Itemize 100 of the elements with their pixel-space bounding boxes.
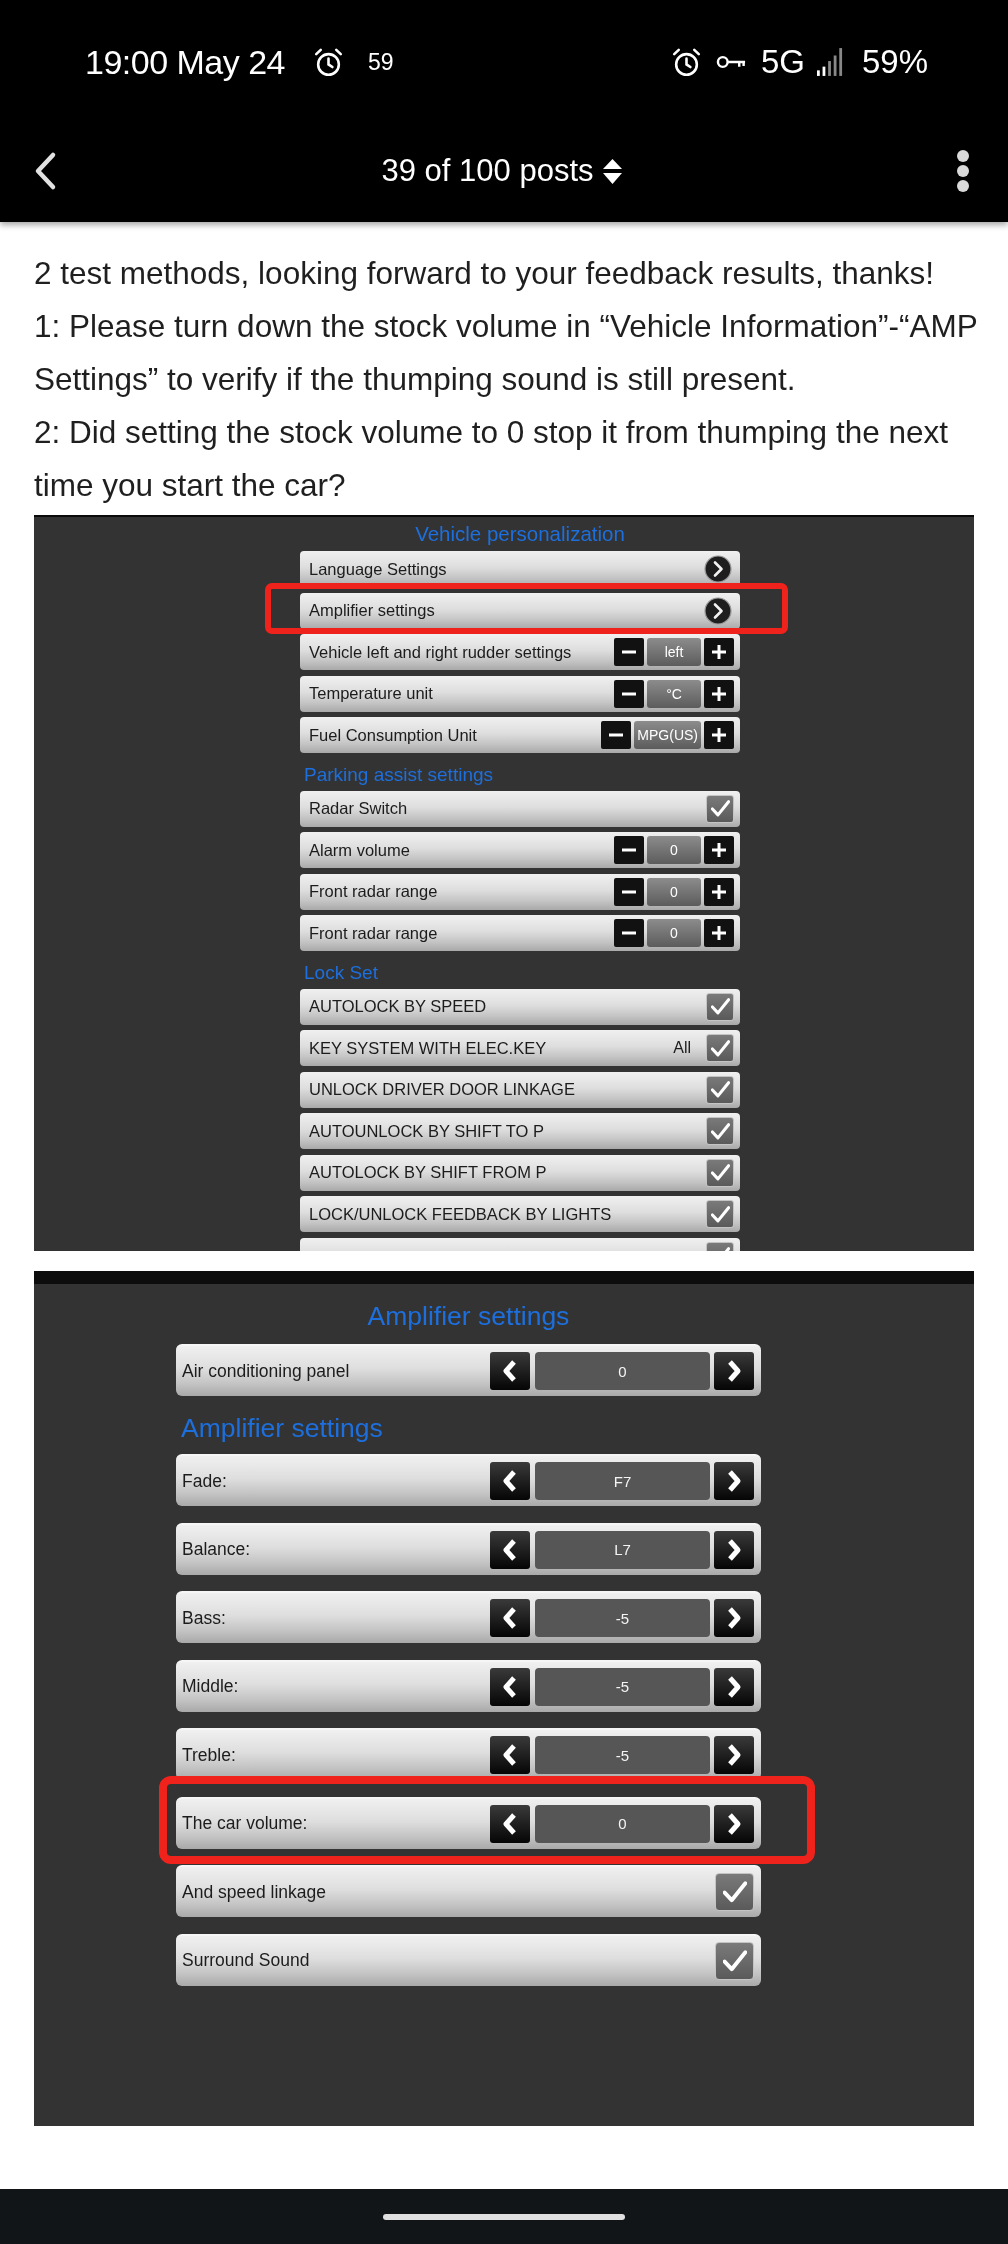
- checkmark-icon: [710, 1164, 730, 1181]
- chevron-right-icon[interactable]: [714, 1530, 754, 1569]
- value-display: °C: [647, 679, 701, 708]
- checkmark-icon: [710, 1122, 730, 1140]
- checkbox[interactable]: [706, 992, 734, 1021]
- value-display: left: [647, 638, 701, 666]
- row-label: AUTOUNLOCK BY SHIFT TO P: [309, 1121, 545, 1141]
- section-heading: Lock Set: [303, 960, 379, 985]
- value-display: 0: [535, 1352, 710, 1390]
- back-icon[interactable]: [33, 151, 58, 191]
- up-down-caret-icon: [602, 158, 622, 184]
- checkbox[interactable]: [715, 1873, 754, 1911]
- value-display: -5: [535, 1736, 710, 1774]
- checkbox[interactable]: [706, 1117, 734, 1145]
- value-display: 0: [647, 836, 701, 864]
- row-label: Air conditioning panel: [182, 1360, 350, 1382]
- value-display: 0: [535, 1804, 710, 1843]
- plus-icon[interactable]: [704, 919, 734, 947]
- home-indicator[interactable]: [383, 2213, 625, 2220]
- network-type: 5G: [760, 42, 805, 82]
- chevron-right-icon[interactable]: [714, 1352, 754, 1390]
- checkbox[interactable]: [706, 1158, 734, 1187]
- checkbox[interactable]: [706, 1034, 734, 1062]
- row-label: Middle:: [182, 1676, 239, 1697]
- row-label: Surround Sound: [182, 1950, 310, 1971]
- post-paragraph: 2 test methods, looking forward to your feedback results, thanks!: [34, 253, 935, 293]
- checkmark-icon: [710, 1205, 730, 1223]
- section-heading: Amplifier settings: [180, 1412, 384, 1445]
- clock-time: 19:00 May 24: [85, 42, 286, 82]
- row-label: Radar Switch: [309, 799, 408, 818]
- minus-icon[interactable]: [614, 638, 644, 666]
- row-label: Front radar range: [309, 882, 438, 901]
- chevron-left-icon[interactable]: [490, 1804, 530, 1843]
- alarm-clock-icon: [670, 46, 702, 78]
- chevron-left-icon[interactable]: [490, 1736, 530, 1774]
- minus-icon[interactable]: [614, 919, 644, 947]
- chevron-left-icon[interactable]: [490, 1599, 530, 1637]
- row-label: UNLOCK DRIVER DOOR LINKAGE: [309, 1080, 575, 1099]
- row-label: Language Settings: [309, 559, 447, 579]
- row-label: Alarm volume: [309, 840, 410, 860]
- checkbox[interactable]: [706, 1200, 734, 1228]
- chevron-left-icon[interactable]: [490, 1462, 530, 1500]
- option-value: All: [673, 1039, 691, 1057]
- row-label: Bass:: [182, 1607, 226, 1629]
- checkbox[interactable]: [706, 1075, 734, 1104]
- value-display: MPG(US): [634, 721, 701, 749]
- notification-count: 59: [368, 48, 394, 77]
- checkbox[interactable]: [715, 1941, 754, 1980]
- section-heading: Parking assist settings: [303, 762, 495, 787]
- chevron-left-icon[interactable]: [490, 1352, 530, 1390]
- chevron-right-icon[interactable]: [714, 1667, 754, 1706]
- row-label: AUTOLOCK BY SHIFT FROM P: [309, 1163, 547, 1182]
- plus-icon[interactable]: [704, 877, 734, 906]
- row-label: LOCK/UNLOCK FEEDBACK BY LIGHTS: [309, 1204, 612, 1224]
- minus-icon[interactable]: [601, 721, 632, 749]
- chevron-right-icon[interactable]: [714, 1599, 754, 1637]
- row-label: Treble:: [182, 1744, 236, 1766]
- battery-percentage: 59%: [861, 42, 928, 82]
- screen-title: Vehicle personalization: [414, 521, 626, 547]
- checkmark-icon: [722, 1881, 747, 1903]
- row-label: Balance:: [182, 1539, 251, 1560]
- value-display: 0: [647, 919, 701, 947]
- minus-icon[interactable]: [614, 679, 644, 708]
- chevron-right-icon[interactable]: [714, 1736, 754, 1774]
- checkmark-icon: [710, 1039, 730, 1057]
- row-label: Fuel Consumption Unit: [309, 725, 477, 745]
- plus-icon[interactable]: [704, 836, 734, 864]
- row-label: Vehicle left and right rudder settings: [309, 642, 572, 662]
- row-label: AUTOLOCK BY SPEED: [309, 997, 487, 1016]
- checkmark-icon: [710, 800, 730, 817]
- checkbox[interactable]: [706, 794, 734, 823]
- signal-icon: [816, 48, 843, 76]
- minus-icon[interactable]: [614, 836, 644, 864]
- row-label: And speed linkage: [182, 1881, 326, 1903]
- plus-icon[interactable]: [704, 679, 734, 708]
- checkmark-icon: [710, 1081, 730, 1098]
- value-display: 0: [647, 877, 701, 906]
- alarm-clock-icon: [313, 46, 345, 78]
- chevron-left-icon[interactable]: [490, 1667, 530, 1706]
- row-label: The car volume:: [182, 1813, 308, 1834]
- value-display: L7: [535, 1530, 710, 1569]
- row-label: Temperature unit: [309, 684, 433, 703]
- minus-icon[interactable]: [614, 877, 644, 906]
- row-label: Fade:: [182, 1470, 227, 1492]
- row-label: KEY SYSTEM WITH ELEC.KEY: [309, 1038, 547, 1058]
- more-icon[interactable]: [956, 149, 970, 193]
- row-label: Front radar range: [309, 923, 438, 943]
- chevron-right-icon[interactable]: [714, 1804, 754, 1843]
- chevron-left-icon[interactable]: [490, 1530, 530, 1569]
- checkmark-icon: [722, 1949, 747, 1972]
- value-display: -5: [535, 1667, 710, 1706]
- post-position-selector[interactable]: 39 of 100 posts: [381, 152, 622, 190]
- plus-icon[interactable]: [704, 721, 734, 749]
- chevron-right-icon[interactable]: [714, 1462, 754, 1500]
- key-icon: [715, 54, 747, 70]
- value-display: -5: [535, 1599, 710, 1637]
- plus-icon[interactable]: [704, 638, 734, 666]
- chevron-right-icon[interactable]: [704, 555, 732, 583]
- post-paragraph: 1: Please turn down the stock volume in “Vehicle Information”-“AMP Settings” to verify if the thumping sound is still present.: [34, 306, 979, 399]
- chevron-right-icon[interactable]: [704, 596, 732, 625]
